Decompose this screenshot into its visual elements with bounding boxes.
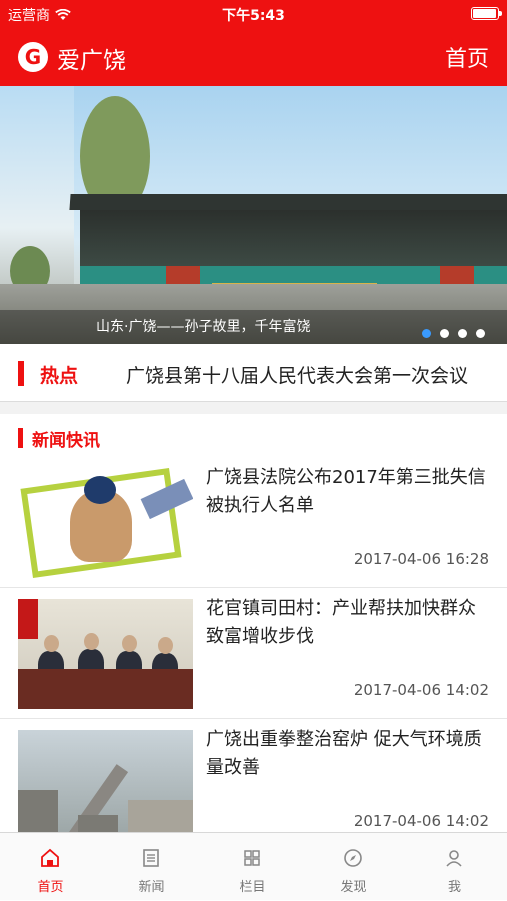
battery-icon bbox=[471, 7, 502, 20]
news-title: 广饶出重拳整治窑炉 促大气环境质量改善 bbox=[206, 729, 482, 778]
news-thumbnail bbox=[18, 468, 193, 578]
section-accent-bar bbox=[18, 428, 23, 448]
tab-home[interactable]: 首页 bbox=[0, 833, 101, 901]
tab-label: 首页 bbox=[37, 880, 64, 895]
carousel-dot-3[interactable] bbox=[458, 329, 467, 338]
section-divider bbox=[0, 402, 507, 414]
home-icon bbox=[41, 848, 59, 867]
news-list-item[interactable]: 花官镇司田村：产业帮扶加快群众致富增收步伐 2017-04-06 14:02 bbox=[0, 589, 507, 719]
carousel-dot-2[interactable] bbox=[440, 329, 449, 338]
news-icon bbox=[143, 849, 159, 867]
news-thumbnail bbox=[18, 599, 193, 709]
tab-label: 我 bbox=[447, 880, 461, 895]
gate-roof bbox=[80, 206, 507, 266]
news-list-item[interactable]: 广饶出重拳整治窑炉 促大气环境质量改善 2017-04-06 14:02 bbox=[0, 720, 507, 850]
tab-label: 新闻 bbox=[138, 880, 165, 895]
hot-news-ticker[interactable]: 热点 广饶县第十八届人民代表大会第一次会议 bbox=[0, 344, 507, 402]
carousel-dot-1[interactable] bbox=[422, 329, 431, 338]
news-title: 花官镇司田村：产业帮扶加快群众致富增收步伐 bbox=[206, 598, 476, 647]
status-bar: 运营商 下午5:43 bbox=[0, 0, 507, 28]
banner-carousel[interactable]: 山东·广饶——孙子故里，千年富饶 bbox=[0, 86, 507, 344]
news-timestamp: 2017-04-06 16:28 bbox=[353, 550, 489, 568]
news-timestamp: 2017-04-06 14:02 bbox=[353, 812, 489, 830]
banner-caption: 山东·广饶——孙子故里，千年富饶 bbox=[96, 319, 311, 335]
tab-news[interactable]: 新闻 bbox=[101, 833, 202, 901]
grid-icon bbox=[244, 850, 260, 866]
tab-label: 发现 bbox=[340, 880, 367, 895]
tab-label: 栏目 bbox=[239, 880, 266, 895]
person-icon bbox=[446, 850, 462, 867]
app-logo-icon: G bbox=[18, 42, 48, 72]
hot-label: 热点 bbox=[40, 365, 79, 387]
top-nav-bar: G 爱广饶 首页 bbox=[0, 28, 507, 86]
news-section-header: 新闻快讯 bbox=[0, 414, 507, 458]
tab-columns[interactable]: 栏目 bbox=[202, 833, 303, 901]
home-nav-button[interactable]: 首页 bbox=[445, 41, 489, 73]
news-title: 广饶县法院公布2017年第三批失信被执行人名单 bbox=[206, 467, 486, 516]
news-timestamp: 2017-04-06 14:02 bbox=[353, 681, 489, 699]
carousel-dot-4[interactable] bbox=[476, 329, 485, 338]
tab-discover[interactable]: 发现 bbox=[303, 833, 404, 901]
compass-icon bbox=[344, 849, 362, 867]
news-thumbnail bbox=[18, 730, 193, 840]
hot-accent-bar bbox=[18, 361, 24, 386]
status-time: 下午5:43 bbox=[222, 8, 285, 24]
bottom-tab-bar: 首页 新闻 栏目 发现 我 bbox=[0, 832, 507, 900]
tab-me[interactable]: 我 bbox=[404, 833, 505, 901]
app-title: 爱广饶 bbox=[57, 48, 126, 74]
hot-headline-link[interactable]: 广饶县第十八届人民代表大会第一次会议 bbox=[126, 361, 468, 388]
section-title: 新闻快讯 bbox=[32, 431, 100, 451]
news-list-item[interactable]: 广饶县法院公布2017年第三批失信被执行人名单 2017-04-06 16:28 bbox=[0, 458, 507, 588]
carousel-dots[interactable] bbox=[422, 329, 485, 338]
